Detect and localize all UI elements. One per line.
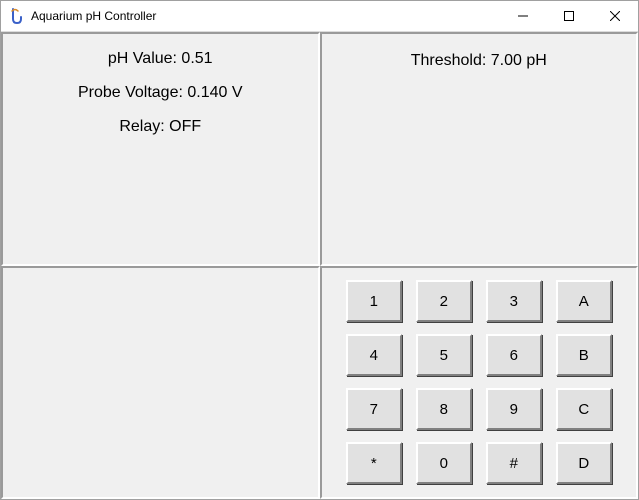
key-star[interactable]: * (346, 442, 402, 484)
key-2[interactable]: 2 (416, 280, 472, 322)
keypad-pane: 1 2 3 A 4 5 6 B 7 8 9 C * 0 # D (320, 266, 639, 500)
probe-voltage-label: Probe Voltage: 0.140 V (3, 84, 318, 102)
key-6[interactable]: 6 (486, 334, 542, 376)
key-8[interactable]: 8 (416, 388, 472, 430)
key-b[interactable]: B (556, 334, 612, 376)
app-icon (9, 8, 25, 24)
key-0[interactable]: 0 (416, 442, 472, 484)
keypad: 1 2 3 A 4 5 6 B 7 8 9 C * 0 # D (346, 280, 612, 484)
threshold-label: Threshold: 7.00 pH (322, 52, 637, 70)
maximize-button[interactable] (546, 1, 592, 31)
status-pane: pH Value: 0.51 Probe Voltage: 0.140 V Re… (1, 32, 320, 266)
key-d[interactable]: D (556, 442, 612, 484)
key-a[interactable]: A (556, 280, 612, 322)
key-hash[interactable]: # (486, 442, 542, 484)
empty-pane (1, 266, 320, 500)
relay-status-label: Relay: OFF (3, 118, 318, 136)
close-button[interactable] (592, 1, 638, 31)
window-title: Aquarium pH Controller (31, 9, 500, 23)
ph-value-label: pH Value: 0.51 (3, 50, 318, 68)
minimize-button[interactable] (500, 1, 546, 31)
key-5[interactable]: 5 (416, 334, 472, 376)
key-9[interactable]: 9 (486, 388, 542, 430)
app-window: Aquarium pH Controller pH Value: 0.51 Pr… (0, 0, 639, 500)
key-3[interactable]: 3 (486, 280, 542, 322)
titlebar: Aquarium pH Controller (1, 1, 638, 32)
client-area: pH Value: 0.51 Probe Voltage: 0.140 V Re… (1, 32, 638, 499)
window-controls (500, 1, 638, 31)
key-7[interactable]: 7 (346, 388, 402, 430)
key-1[interactable]: 1 (346, 280, 402, 322)
key-c[interactable]: C (556, 388, 612, 430)
key-4[interactable]: 4 (346, 334, 402, 376)
threshold-pane: Threshold: 7.00 pH (320, 32, 639, 266)
